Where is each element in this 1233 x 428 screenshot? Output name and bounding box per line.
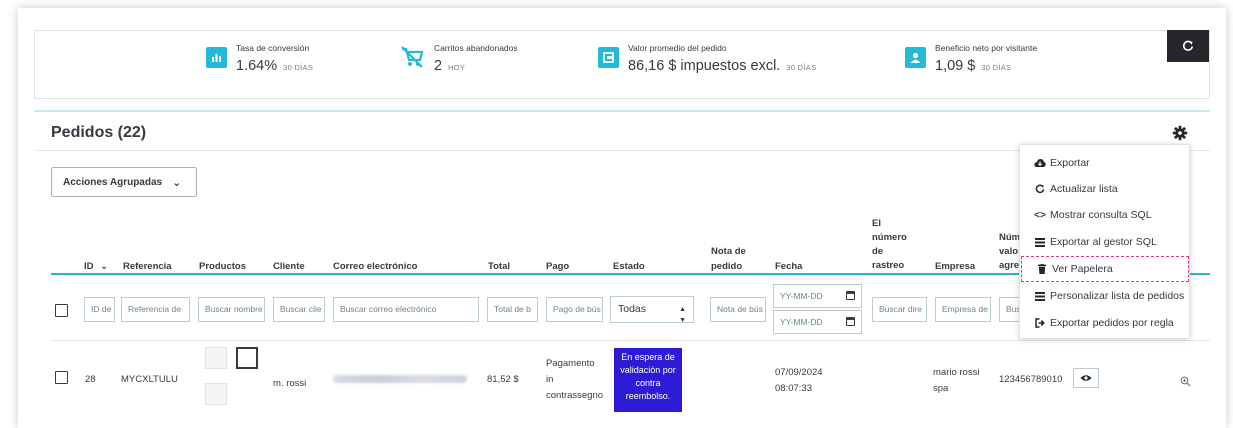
menu-item-customize-list[interactable]: Personalizar lista de pedidos <box>1020 283 1191 309</box>
row-total: 81,52 $ <box>487 374 519 385</box>
list-icon <box>1034 237 1046 247</box>
menu-item-show-sql[interactable]: <> Mostrar consulta SQL <box>1020 202 1191 228</box>
filter-status-select[interactable]: Todas ▲ ▼ <box>610 296 694 324</box>
gear-icon[interactable] <box>1172 125 1188 141</box>
filter-status-value: Todas <box>618 303 647 315</box>
filter-payment-input[interactable]: Pago de bús <box>546 297 603 322</box>
filter-total-input[interactable]: Total de b <box>487 297 538 322</box>
panel-title: Pedidos (22) <box>51 124 147 141</box>
kpi-title: Tasa de conversión <box>236 43 310 53</box>
kpi-period: 30 DÍAS <box>981 63 1012 72</box>
bulk-actions-button[interactable]: Acciones Agrupadas ⌄ <box>51 167 197 197</box>
col-header-customer: Cliente <box>273 261 305 272</box>
col-header-products: Productos <box>199 261 246 272</box>
trash-icon <box>1036 264 1048 274</box>
kpi-period: 30 DÍAS <box>283 63 314 72</box>
row-reference: MYCXLTULU <box>121 374 178 385</box>
zoom-in-icon[interactable] <box>1180 374 1191 392</box>
col-header-date: Fecha <box>775 261 803 272</box>
kpi-title: Beneficio neto por visitante <box>935 43 1038 53</box>
row-customer: m. rossi <box>273 378 307 389</box>
menu-item-label: Mostrar consulta SQL <box>1050 209 1152 221</box>
row-email-redacted <box>333 375 467 383</box>
menu-item-refresh-list[interactable]: Actualizar lista <box>1020 176 1191 202</box>
filter-company-input[interactable]: Empresa de <box>935 297 991 322</box>
cart-off-icon <box>399 44 425 70</box>
kpi-net-profit: Beneficio neto por visitante 1,09 $ 30 DÍ… <box>905 43 1037 78</box>
menu-item-view-trash[interactable]: Ver Papelera <box>1021 256 1189 282</box>
code-icon: <> <box>1034 209 1046 221</box>
row-payment: Pagamento in contrassegno <box>546 358 604 401</box>
bulk-actions-label: Acciones Agrupadas <box>63 176 163 188</box>
col-header-total: Total <box>488 261 510 272</box>
col-header-vat: Núm valo agre <box>999 232 1021 271</box>
settings-dropdown-menu: Exportar Actualizar lista <> Mostrar con… <box>1019 144 1190 339</box>
kpi-refresh-button[interactable] <box>1167 30 1209 62</box>
row-id: 28 <box>85 374 96 385</box>
menu-item-label: Exportar <box>1050 157 1090 169</box>
calendar-icon[interactable] <box>846 291 855 300</box>
row-company: mario rossi spa <box>933 367 980 394</box>
product-thumbnail <box>236 347 258 369</box>
col-header-email: Correo electrónico <box>333 261 418 272</box>
list-icon <box>1034 291 1046 301</box>
menu-item-label: Personalizar lista de pedidos <box>1050 290 1185 302</box>
filter-customer-input[interactable]: Buscar clie <box>273 297 325 322</box>
card-icon <box>598 47 619 68</box>
col-header-note: Nota de pedido <box>711 246 746 272</box>
kpi-value: 2 <box>434 58 443 74</box>
col-header-company: Empresa <box>935 261 976 272</box>
kpi-value: 1,09 $ <box>935 58 976 74</box>
chevron-down-icon: ⌄ <box>172 176 182 189</box>
eye-icon <box>1080 375 1092 381</box>
refresh-icon <box>1183 40 1194 51</box>
menu-item-label: Ver Papelera <box>1052 263 1113 275</box>
row-checkbox[interactable] <box>55 371 68 384</box>
row-date: 07/09/2024 08:07:33 <box>775 367 823 394</box>
row-divider <box>51 340 1210 341</box>
menu-item-label: Actualizar lista <box>1050 183 1118 195</box>
menu-item-label: Exportar al gestor SQL <box>1050 236 1157 248</box>
col-header-tracking: El número de rastreo <box>872 218 907 271</box>
person-icon <box>905 47 926 68</box>
col-header-status: Estado <box>613 261 645 272</box>
kpi-value: 1.64% <box>236 58 278 74</box>
status-badge: En espera de validación por contra reembols… <box>614 348 682 412</box>
export-icon <box>1034 318 1046 328</box>
col-header-payment: Pago <box>546 261 570 272</box>
filter-id-input[interactable]: ID de <box>84 297 115 322</box>
row-vat: 123456789010 <box>999 374 1063 385</box>
product-thumbnail <box>205 347 227 369</box>
calendar-icon[interactable] <box>846 317 855 326</box>
refresh-icon <box>1034 184 1046 194</box>
col-header-id[interactable]: ID ⌄ <box>84 261 108 273</box>
menu-item-export[interactable]: Exportar <box>1020 150 1191 176</box>
kpi-conversion: Tasa de conversión 1.64% 30 DÍAS <box>206 43 313 78</box>
kpi-title: Carritos abandonados <box>434 43 518 53</box>
kpi-period: 30 DÍAS <box>786 63 817 72</box>
kpi-value: 86,16 $ impuestos excl. <box>628 58 781 74</box>
kpi-abandoned-carts: Carritos abandonados 2 HOY <box>399 43 518 78</box>
filter-products-input[interactable]: Buscar nombre <box>198 297 265 322</box>
kpi-avg-order: Valor promedio del pedido 86,16 $ impues… <box>598 43 816 78</box>
view-order-button[interactable] <box>1073 368 1099 388</box>
menu-item-export-by-rule[interactable]: Exportar pedidos por regla <box>1020 310 1191 336</box>
menu-item-label: Exportar pedidos por regla <box>1050 317 1174 329</box>
filter-reference-input[interactable]: Referencia de <box>121 297 190 322</box>
kpi-period: HOY <box>448 63 466 72</box>
product-thumbnail <box>205 383 227 405</box>
cloud-download-icon <box>1034 158 1046 168</box>
chevron-down-icon: ⌄ <box>100 261 109 272</box>
menu-item-export-sql-manager[interactable]: Exportar al gestor SQL <box>1020 229 1191 255</box>
col-header-reference: Referencia <box>123 261 172 272</box>
kpi-title: Valor promedio del pedido <box>628 43 727 53</box>
filter-email-input[interactable]: Buscar correo electrónico <box>333 297 479 322</box>
kpi-bar: Tasa de conversión 1.64% 30 DÍAS Carritos… <box>34 30 1210 99</box>
filter-note-input[interactable]: Nota de bús <box>710 297 766 322</box>
bar-chart-icon <box>206 47 227 68</box>
filter-tracking-input[interactable]: Buscar dire <box>872 297 927 322</box>
select-all-checkbox[interactable] <box>55 304 68 317</box>
